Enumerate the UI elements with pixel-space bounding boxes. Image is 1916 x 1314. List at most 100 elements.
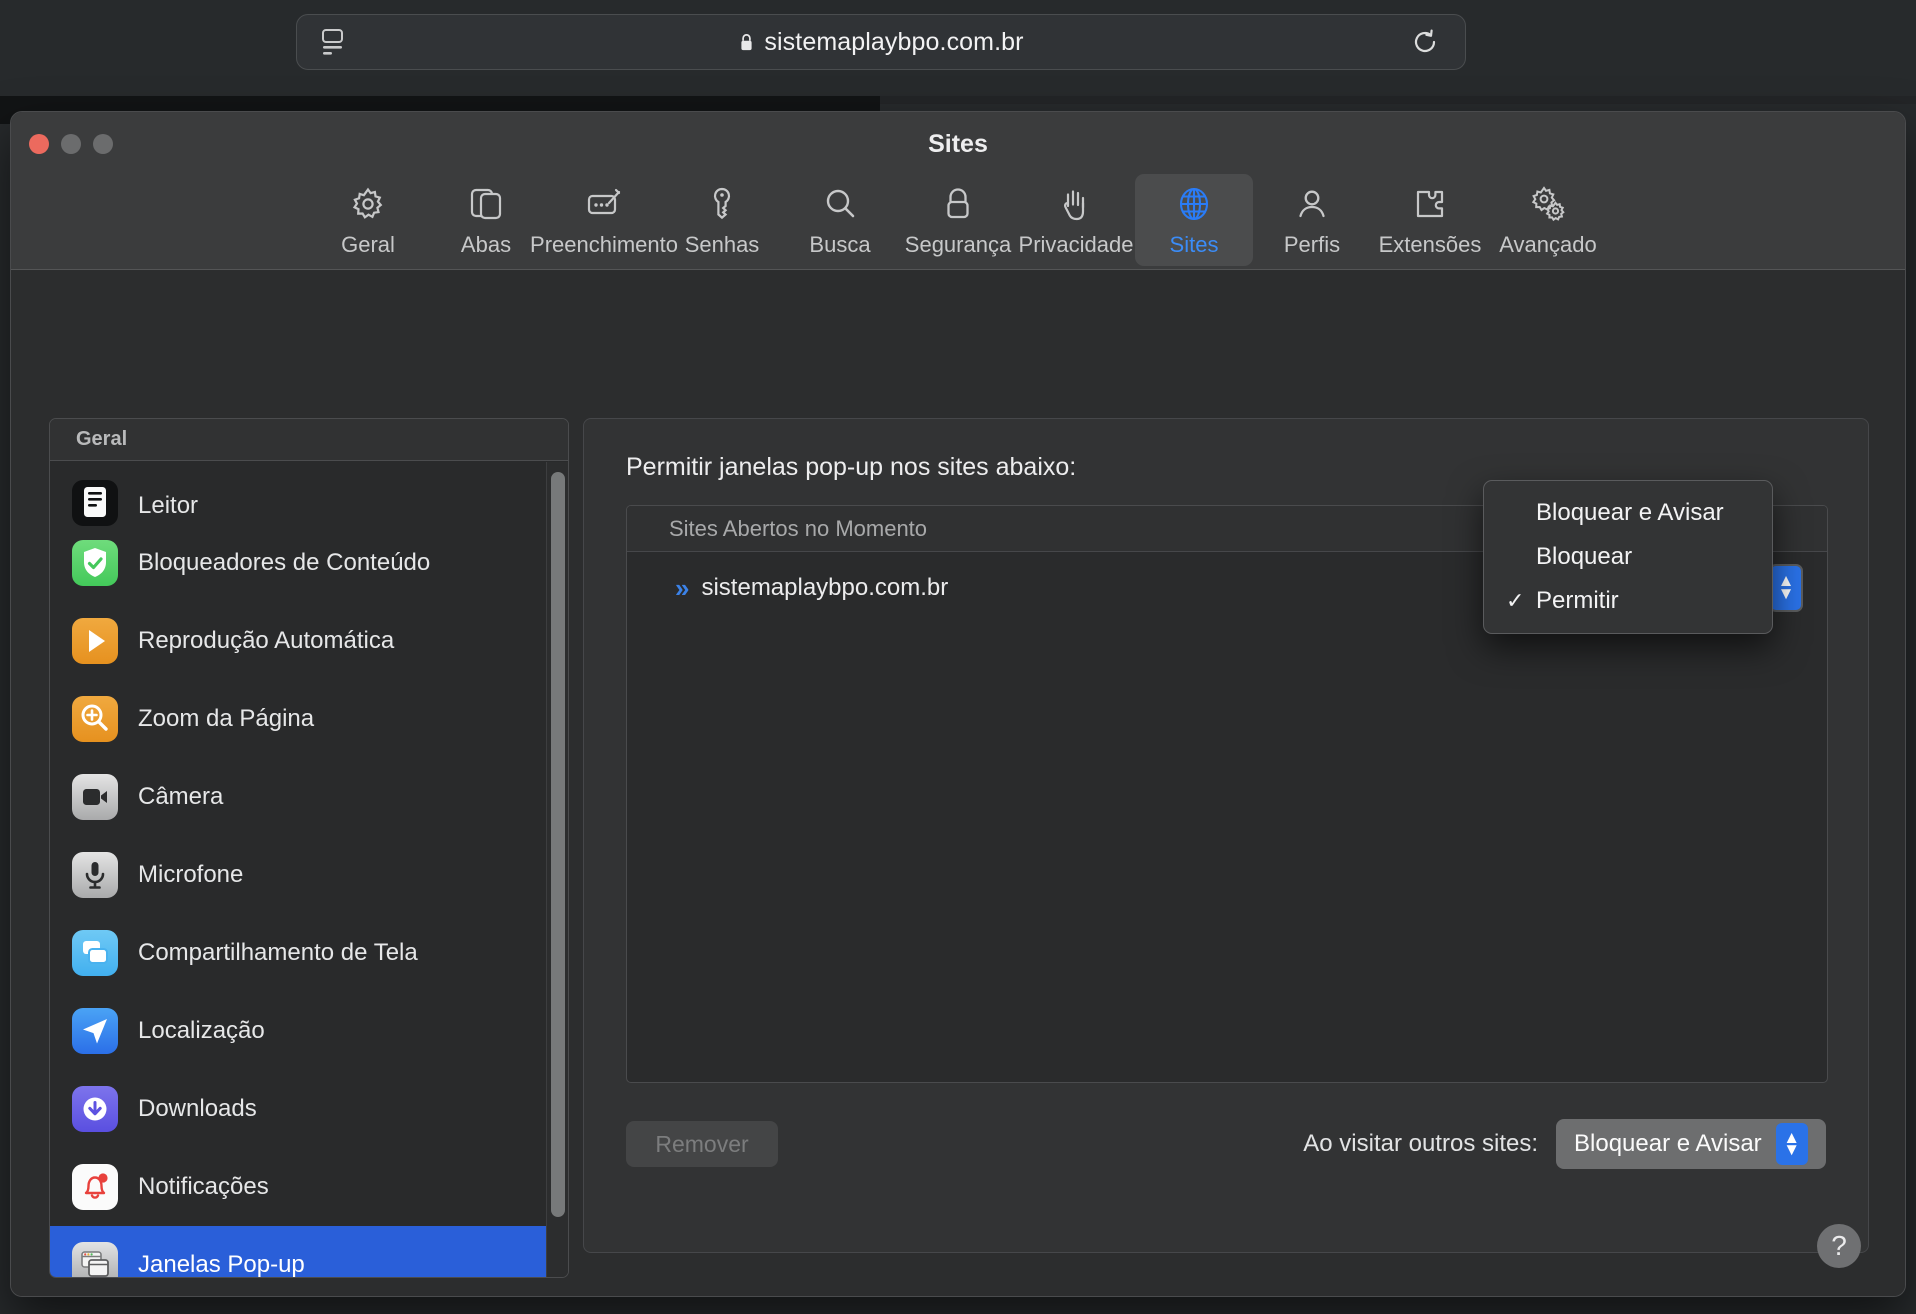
browser-address-bar[interactable]: sistemaplaybpo.com.br — [296, 14, 1466, 70]
globe-icon — [1173, 183, 1215, 225]
sidebar-item-compartilhamento-de-tela[interactable]: Compartilhamento de Tela — [50, 914, 546, 992]
tab-label: Abas — [460, 232, 512, 257]
autofill-icon — [583, 183, 625, 225]
sidebar-item-localizacao[interactable]: Localização — [50, 992, 546, 1070]
tab-label: Sites — [1169, 232, 1219, 257]
sidebar-item-janelas-pop-up[interactable]: Janelas Pop-up — [50, 1226, 546, 1277]
menu-item-label: Permitir — [1536, 587, 1619, 614]
page-settings-icon[interactable] — [319, 27, 349, 57]
chevron-down-icon: ▼ — [1777, 584, 1795, 603]
tab-label: Privacidade — [1018, 232, 1134, 257]
sidebar-item-camera[interactable]: Câmera — [50, 758, 546, 836]
tab-preenchimento[interactable]: Preenchimento — [530, 174, 678, 266]
double-chevron-icon: » — [675, 572, 690, 603]
tab-privacidade[interactable]: Privacidade — [1017, 174, 1135, 266]
tab-label: Extensões — [1378, 232, 1482, 257]
sidebar-scrollbar-thumb[interactable] — [551, 472, 565, 1217]
tab-senhas[interactable]: Senhas — [663, 174, 781, 266]
person-icon — [1291, 183, 1333, 225]
pane-footer: Remover Ao visitar outros sites: Bloquea… — [626, 1119, 1826, 1169]
tab-abas[interactable]: Abas — [427, 174, 545, 266]
address-bar-content[interactable]: sistemaplaybpo.com.br — [297, 28, 1465, 57]
microphone-icon — [72, 852, 118, 898]
sidebar-item-notificacoes[interactable]: Notificações — [50, 1148, 546, 1226]
window-title: Sites — [928, 130, 988, 158]
gears-icon — [1527, 183, 1569, 225]
sidebar-item-label: Zoom da Página — [138, 705, 315, 732]
sidebar-item-label: Localização — [138, 1017, 265, 1044]
other-sites-label: Ao visitar outros sites: — [1303, 1130, 1538, 1157]
tab-geral[interactable]: Geral — [309, 174, 427, 266]
site-permission-stepper[interactable]: ▲ ▼ — [1769, 564, 1803, 612]
sidebar-item-label: Leitor — [138, 492, 199, 519]
tab-sites[interactable]: Sites — [1135, 174, 1253, 266]
tab-label: Preenchimento — [530, 232, 678, 257]
sidebar-item-label: Bloqueadores de Conteúdo — [138, 549, 431, 576]
help-button[interactable]: ? — [1817, 1224, 1861, 1268]
sidebar-item-label: Janelas Pop-up — [138, 1251, 305, 1277]
lock-icon — [937, 183, 979, 225]
sidebar-item-reproducao-automatica[interactable]: Reprodução Automática — [50, 602, 546, 680]
sidebar-item-leitor[interactable]: Leitor — [50, 462, 546, 526]
other-sites-value: Bloquear e Avisar — [1574, 1130, 1762, 1157]
tab-busca[interactable]: Busca — [781, 174, 899, 266]
tab-label: Senhas — [684, 232, 760, 257]
reader-icon — [72, 480, 118, 526]
hand-icon — [1055, 183, 1097, 225]
site-name: sistemaplaybpo.com.br — [701, 574, 949, 601]
preferences-window: Sites Geral Abas Preenchimento Senhas Bu… — [10, 111, 1906, 1297]
other-sites-row: Ao visitar outros sites: Bloquear e Avis… — [1303, 1119, 1826, 1169]
download-icon — [72, 1086, 118, 1132]
window-toolbar: Sites Geral Abas Preenchimento Senhas Bu… — [11, 112, 1905, 270]
sidebar-item-bloqueadores-de-conteudo[interactable]: Bloqueadores de Conteúdo — [50, 524, 546, 602]
lock-icon — [738, 32, 755, 53]
sidebar-item-label: Microfone — [138, 861, 244, 888]
puzzle-icon — [1409, 183, 1451, 225]
tab-seguranca[interactable]: Segurança — [899, 174, 1017, 266]
tab-extensoes[interactable]: Extensões — [1371, 174, 1489, 266]
tab-label: Busca — [809, 232, 871, 257]
camera-icon — [72, 774, 118, 820]
menu-item-permitir[interactable]: ✓ Permitir — [1484, 579, 1772, 623]
reload-icon[interactable] — [1411, 28, 1439, 56]
key-icon — [701, 183, 743, 225]
tab-avancado[interactable]: Avançado — [1489, 174, 1607, 266]
magnifier-icon — [819, 183, 861, 225]
sidebar-item-label: Câmera — [138, 783, 224, 810]
shield-check-icon — [72, 540, 118, 586]
address-bar-url: sistemaplaybpo.com.br — [764, 27, 1024, 56]
screen-share-icon — [72, 930, 118, 976]
tab-label: Perfis — [1283, 232, 1341, 257]
page-title: Permitir janelas pop-up nos sites abaixo… — [626, 453, 1077, 481]
settings-sidebar: Geral Leitor Bloqueadores de Conteúdo Re… — [49, 418, 569, 1278]
menu-item-bloquear[interactable]: Bloquear — [1484, 535, 1772, 579]
permission-popup-menu: Bloquear e Avisar Bloquear ✓ Permitir — [1483, 480, 1773, 634]
gear-icon — [347, 183, 389, 225]
play-icon — [72, 618, 118, 664]
other-sites-select[interactable]: Bloquear e Avisar ▲ ▼ — [1556, 1119, 1826, 1169]
remove-button[interactable]: Remover — [626, 1121, 778, 1167]
sidebar-scrollbar[interactable] — [546, 462, 568, 1277]
sidebar-list: Leitor Bloqueadores de Conteúdo Reproduç… — [50, 462, 546, 1277]
tabs-icon — [465, 183, 507, 225]
sidebar-item-zoom-da-pagina[interactable]: Zoom da Página — [50, 680, 546, 758]
tab-label: Geral — [341, 232, 395, 257]
toolbar-tabs: Geral Abas Preenchimento Senhas Busca Se… — [11, 174, 1905, 266]
sidebar-item-label: Compartilhamento de Tela — [138, 939, 418, 966]
bell-icon — [72, 1164, 118, 1210]
menu-item-label: Bloquear e Avisar — [1536, 499, 1724, 526]
zoom-in-icon — [72, 696, 118, 742]
tab-label: Segurança — [904, 232, 1012, 257]
preferences-body: Geral Leitor Bloqueadores de Conteúdo Re… — [11, 270, 1905, 1296]
sidebar-item-downloads[interactable]: Downloads — [50, 1070, 546, 1148]
menu-item-bloquear-e-avisar[interactable]: Bloquear e Avisar — [1484, 491, 1772, 535]
menu-item-label: Bloquear — [1536, 543, 1633, 570]
sidebar-header: Geral — [50, 419, 568, 461]
sidebar-item-label: Notificações — [138, 1173, 269, 1200]
chevron-updown-icon[interactable]: ▲ ▼ — [1775, 1123, 1808, 1165]
sidebar-item-microfone[interactable]: Microfone — [50, 836, 546, 914]
popup-windows-icon — [72, 1242, 118, 1277]
sidebar-item-label: Downloads — [138, 1095, 257, 1122]
tab-perfis[interactable]: Perfis — [1253, 174, 1371, 266]
location-icon — [72, 1008, 118, 1054]
